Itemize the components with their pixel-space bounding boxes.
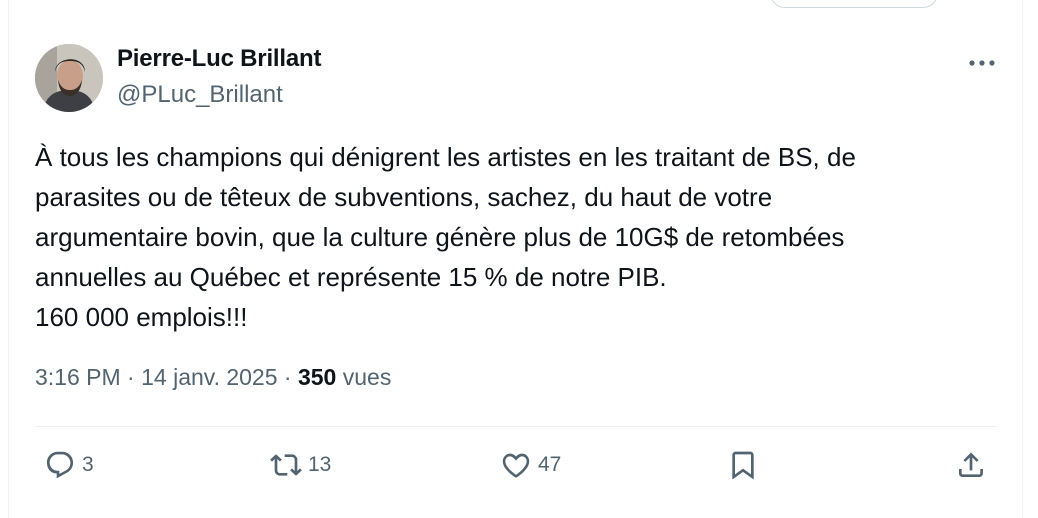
meta-separator: ·	[127, 364, 135, 390]
timeline-left-border	[8, 0, 9, 518]
reply-icon	[46, 451, 74, 479]
repost-count: 13	[308, 453, 332, 476]
tweet-line: parasites ou de têteux de subventions, s…	[35, 182, 773, 212]
share-icon	[959, 452, 983, 477]
avatar[interactable]	[35, 44, 103, 112]
views-label: vues	[342, 364, 392, 390]
more-button[interactable]	[962, 48, 1002, 78]
repost-icon	[270, 454, 302, 476]
tweet-text: À tous les champions qui dénigrent les a…	[35, 137, 995, 337]
like-button[interactable]: 47	[500, 444, 561, 486]
meta-separator: ·	[283, 364, 292, 390]
like-icon	[502, 453, 530, 478]
avatar-photo	[35, 44, 103, 112]
bookmark-icon	[732, 451, 754, 480]
more-icon	[969, 60, 995, 66]
views-count: 350	[297, 364, 337, 390]
follow-button[interactable]	[770, 0, 938, 8]
repost-button[interactable]: 13	[270, 444, 331, 486]
tweet-meta: 3:16 PM · 14 janv. 2025 · 350 vues	[35, 364, 391, 391]
share-button[interactable]	[955, 444, 987, 486]
tweet-line: annuelles au Québec et représente 15 % d…	[35, 262, 667, 292]
bookmark-button[interactable]	[727, 444, 759, 486]
author-name[interactable]: Pierre-Luc Brillant	[117, 45, 321, 73]
divider	[35, 426, 997, 427]
tweet-line: argumentaire bovin, que la culture génèr…	[35, 222, 845, 252]
reply-button[interactable]: 3	[44, 444, 94, 486]
like-count: 47	[538, 453, 562, 476]
tweet-line: À tous les champions qui dénigrent les a…	[35, 142, 856, 172]
author-handle[interactable]: @PLuc_Brillant	[117, 81, 283, 109]
tweet-line: 160 000 emplois!!!	[35, 302, 248, 332]
timeline-right-border	[1022, 0, 1023, 518]
reply-count: 3	[82, 453, 94, 476]
tweet-date[interactable]: 14 janv. 2025	[141, 364, 277, 390]
tweet-time[interactable]: 3:16 PM	[35, 364, 121, 390]
